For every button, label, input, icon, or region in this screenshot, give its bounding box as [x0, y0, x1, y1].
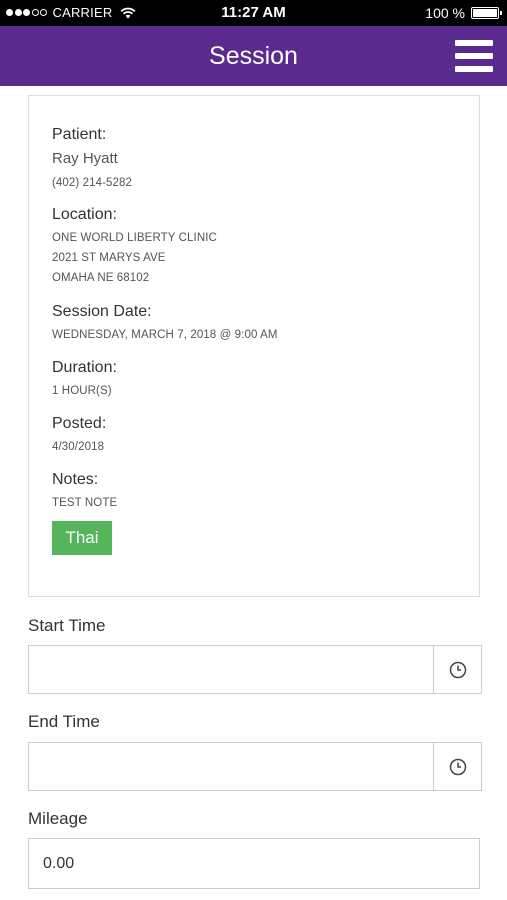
- location-label: Location:: [52, 206, 117, 223]
- location-line: OMAHA NE 68102: [52, 272, 150, 284]
- battery-percent: 100 %: [425, 5, 465, 21]
- location-section: Location: ONE WORLD LIBERTY CLINIC 2021 …: [52, 206, 217, 288]
- battery-icon: [471, 7, 502, 19]
- clock-icon: [449, 758, 466, 775]
- notes-value: TEST NOTE: [52, 497, 118, 509]
- status-bar: CARRIER 11:27 AM 100 %: [0, 0, 507, 26]
- clock-icon: [449, 661, 466, 678]
- patient-label: Patient:: [52, 126, 107, 143]
- status-right: 100 %: [425, 5, 502, 21]
- session-date-value: WEDNESDAY, MARCH 7, 2018 @ 9:00 AM: [52, 329, 278, 341]
- end-time-picker-button[interactable]: [433, 742, 482, 791]
- location-line: ONE WORLD LIBERTY CLINIC: [52, 232, 217, 244]
- notes-label: Notes:: [52, 471, 99, 488]
- end-time-label: End Time: [28, 712, 100, 731]
- mileage-input[interactable]: [28, 838, 480, 889]
- start-time-label: Start Time: [28, 616, 106, 635]
- start-time-group: [28, 645, 482, 694]
- nav-bar: Session: [0, 26, 507, 86]
- session-date-label: Session Date:: [52, 303, 152, 320]
- page-title: Session: [209, 42, 298, 70]
- notes-section: Notes: TEST NOTE: [52, 471, 117, 513]
- session-date-section: Session Date: WEDNESDAY, MARCH 7, 2018 @…: [52, 303, 278, 345]
- posted-label: Posted:: [52, 415, 107, 432]
- patient-section: Patient: Ray Hyatt (402) 214-5282: [52, 126, 132, 193]
- mileage-label: Mileage: [28, 809, 88, 828]
- end-time-input[interactable]: [28, 742, 433, 791]
- end-time-group: [28, 742, 482, 791]
- start-time-input[interactable]: [28, 645, 433, 694]
- duration-section: Duration: 1 HOUR(S): [52, 359, 117, 401]
- patient-name: Ray Hyatt: [52, 150, 118, 167]
- duration-label: Duration:: [52, 359, 117, 376]
- hamburger-menu-icon[interactable]: [455, 40, 493, 72]
- patient-phone: (402) 214-5282: [52, 177, 133, 189]
- language-tag: Thai: [52, 521, 112, 555]
- posted-value: 4/30/2018: [52, 441, 105, 453]
- posted-section: Posted: 4/30/2018: [52, 415, 106, 457]
- duration-value: 1 HOUR(S): [52, 385, 112, 397]
- session-details-card: Patient: Ray Hyatt (402) 214-5282 Locati…: [28, 95, 480, 597]
- location-line: 2021 ST MARYS AVE: [52, 252, 166, 264]
- start-time-picker-button[interactable]: [433, 645, 482, 694]
